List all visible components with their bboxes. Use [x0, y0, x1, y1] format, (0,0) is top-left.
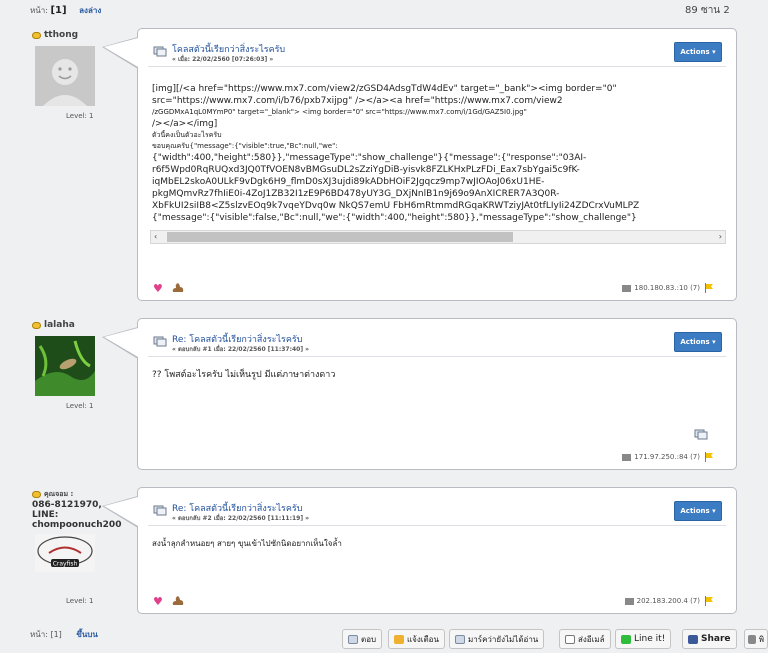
username[interactable]: lalaha — [44, 320, 75, 330]
line-icon — [621, 634, 631, 644]
username[interactable]: คุณจอม : — [44, 489, 73, 500]
view-count: 89 ซาน 2 — [685, 5, 730, 16]
post-meta: « ตอบกลับ #1 เมื่อ: 22/02/2560 [11:37:40… — [172, 346, 310, 353]
bottom-toolbar: หน้า: [1] ขึ้นบน ตอบ แจ้งเตือน มาร์คว่าย… — [0, 624, 768, 653]
print-icon — [748, 634, 756, 644]
body-line: src="https://www.mx7.com/i/b76/pxb7xijpg… — [152, 96, 563, 106]
page-label: หน้า: [1] — [30, 630, 62, 639]
body-line: XbFkUI2siIB8<Z5slzvEOq9k7vqeYDvq0w NkQS7… — [152, 201, 640, 211]
body-line: {"message":{"visible":false,"Bc":null,"w… — [152, 213, 637, 223]
post-author-3: คุณจอม : 086-8121970, LINE: chompoonuch2… — [32, 489, 122, 605]
user-level: Level: 1 — [66, 597, 94, 605]
body-line: /></a></img] — [152, 119, 218, 129]
share-button[interactable]: Share — [682, 629, 737, 649]
facebook-icon — [688, 634, 698, 644]
user-level: Level: 1 — [66, 112, 94, 120]
body-line: ขอบคุณครับ{"message":{"visible":true,"Bc… — [152, 142, 338, 150]
horizontal-scrollbar[interactable]: ‹ › — [150, 230, 726, 244]
dislike-icon[interactable] — [171, 594, 185, 606]
body-line: pkgMQmvRz7fhIiE0i-4ZoJ1ZB32I1zE9P6BD478y… — [152, 189, 560, 199]
post-3: Re: โคลสตัวนี้เรียกว่าสิ่งระไรครับ « ตอบ… — [102, 487, 737, 614]
send-email-button[interactable]: ส่งอีเมล์ — [559, 629, 611, 649]
online-status-icon — [32, 31, 41, 39]
dislike-icon[interactable] — [171, 281, 185, 293]
ip-address: 202.183.200.4 (7) — [636, 597, 700, 605]
go-down-link[interactable]: ลงล่าง — [79, 6, 101, 15]
online-status-icon — [32, 491, 41, 498]
user-phone: 086-8121970, — [32, 500, 102, 510]
post-body: [img][/<a href="https://www.mx7.com/view… — [138, 67, 736, 224]
avatar — [35, 336, 95, 396]
avatar-logo-text: Crayfish — [53, 561, 78, 568]
actions-button[interactable]: Actions ▾ — [674, 501, 722, 521]
body-line: {"width":400,"height":580}},"messageType… — [152, 153, 587, 163]
scrollbar-thumb[interactable] — [167, 232, 513, 242]
bottom-pagination: หน้า: [1] ขึ้นบน — [30, 628, 98, 641]
report-flag-icon[interactable] — [704, 596, 714, 606]
post-body: สงน้ำลุกสำหนอยๆ สายๆ ขุนเข้าไปซักนิดอยาก… — [138, 526, 736, 550]
quote-icon[interactable] — [694, 428, 708, 440]
top-pagination: หน้า: [1] ลงล่าง — [30, 4, 101, 17]
scroll-right-icon[interactable]: › — [719, 231, 722, 243]
body-line: ?? โพสต์อะไรครับ ไม่เห็นรูป มีแต่ภาษาต่า… — [152, 370, 336, 380]
post-1: โคลสตัวนี้เรียกว่าสิ่งระไรครับ « เมื่อ: … — [102, 28, 737, 301]
ip-icon — [624, 597, 634, 605]
line-it-button[interactable]: Line it! — [615, 629, 672, 649]
online-status-icon — [32, 321, 41, 329]
current-page[interactable]: [1] — [50, 5, 66, 16]
like-icon[interactable]: ♥ — [153, 282, 163, 295]
notify-button[interactable]: แจ้งเตือน — [388, 629, 445, 649]
actions-button[interactable]: Actions ▾ — [674, 332, 722, 352]
email-icon — [565, 634, 575, 644]
go-up-link[interactable]: ขึ้นบน — [76, 630, 97, 639]
post-author-1: tthong Level: 1 — [32, 30, 102, 120]
ip-icon — [622, 284, 632, 292]
ip-address: 171.97.250.:84 (7) — [634, 453, 700, 461]
reply-icon — [348, 634, 358, 644]
user-level: Level: 1 — [66, 402, 94, 410]
post-icon — [153, 505, 167, 516]
username[interactable]: tthong — [44, 30, 78, 40]
mark-unread-button[interactable]: มาร์คว่ายังไม่ได้อ่าน — [449, 629, 545, 649]
body-line: สงน้ำลุกสำหนอยๆ สายๆ ขุนเข้าไปซักนิดอยาก… — [152, 539, 342, 548]
body-line: iqMbEL2skoA0ULkF9vDgk6H9_flmD0sXJ3ujdi89… — [152, 177, 545, 187]
ip-address: 180.180.83.:10 (7) — [634, 284, 700, 292]
post-2: Re: โคลสตัวนี้เรียกว่าสิ่งระไรครับ « ตอบ… — [102, 318, 737, 470]
post-meta: « ตอบกลับ #2 เมื่อ: 22/02/2560 [11:11:19… — [172, 515, 310, 522]
bell-icon — [394, 634, 404, 644]
post-author-2: lalaha Level: 1 — [32, 320, 102, 410]
post-meta: « เมื่อ: 22/02/2560 [07:26:03] » — [172, 56, 274, 63]
body-line: [img][/<a href="https://www.mx7.com/view… — [152, 84, 617, 94]
avatar: Crayfish — [35, 534, 95, 594]
top-pagination-bar: หน้า: [1] ลงล่าง 89 ซาน 2 — [0, 0, 768, 20]
user-line-id: chompoonuch200 — [32, 520, 122, 530]
print-button[interactable]: พิ — [744, 629, 768, 649]
actions-button[interactable]: Actions ▾ — [674, 42, 722, 62]
post-icon — [153, 46, 167, 57]
ip-icon — [622, 453, 632, 461]
page-label: หน้า: — [30, 6, 48, 15]
user-line-label: LINE: — [32, 510, 59, 520]
body-line: r6f5Wpd0RqRUQxd3JQ0TfVOEN8vBMGsuDL2sZziY… — [152, 165, 580, 175]
scroll-left-icon[interactable]: ‹ — [154, 231, 157, 243]
report-flag-icon[interactable] — [704, 283, 714, 293]
mark-unread-icon — [455, 634, 465, 644]
like-icon[interactable]: ♥ — [153, 595, 163, 608]
body-line: /zGGDMxA1qL0MYmP0" target="_blank"> <img… — [152, 108, 527, 116]
report-flag-icon[interactable] — [704, 452, 714, 462]
avatar — [35, 46, 95, 106]
post-body: ?? โพสต์อะไรครับ ไม่เห็นรูป มีแต่ภาษาต่า… — [138, 357, 736, 381]
body-line: ตัวนี้คงเป็นตัวอะไรครับ — [152, 131, 222, 139]
post-icon — [153, 336, 167, 347]
reply-button[interactable]: ตอบ — [342, 629, 383, 649]
